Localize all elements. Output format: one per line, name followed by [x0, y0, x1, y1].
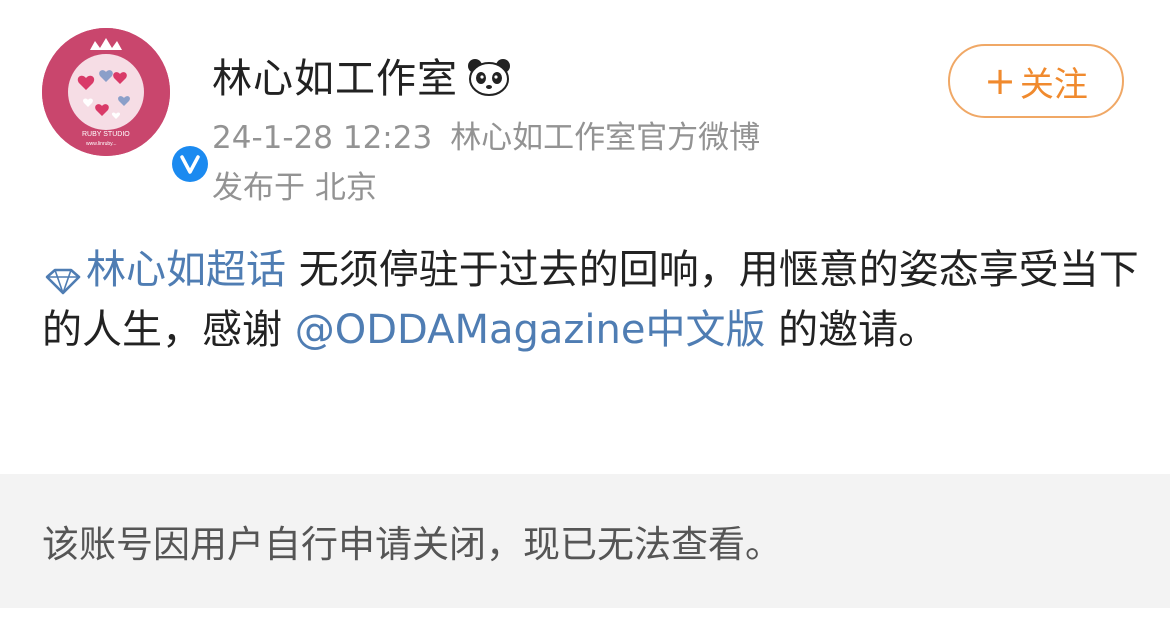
avatar-url-text: www.linruby...: [86, 141, 116, 147]
verified-v-icon: [180, 155, 200, 174]
supertopic-diamond-icon: [42, 253, 84, 295]
mention-link[interactable]: @ODDAMagazine中文版: [295, 307, 766, 353]
supertopic-link[interactable]: 林心如超话: [42, 247, 286, 295]
post-meta: 24-1-28 12:23 林心如工作室官方微博: [212, 112, 760, 157]
avatar[interactable]: RUBY STUDIO www.linruby...: [42, 28, 212, 186]
author-name-row[interactable]: 林心如工作室: [212, 46, 512, 104]
account-closed-notice: 该账号因用户自行申请关闭，现已无法查看。: [42, 523, 782, 566]
verified-badge: [168, 142, 212, 186]
post-source: 林心如工作室官方微博: [450, 120, 761, 156]
post-header: RUBY STUDIO www.linruby... 林心如工作室 24-1-2…: [0, 0, 1170, 230]
panda-icon: [466, 57, 512, 97]
follow-button[interactable]: + 关注: [948, 44, 1124, 118]
avatar-image: RUBY STUDIO www.linruby...: [42, 28, 170, 156]
post-text-part-2: 的邀请。: [765, 307, 939, 353]
plus-icon: +: [984, 59, 1016, 103]
follow-label: 关注: [1019, 64, 1088, 105]
location-name: 北京: [314, 170, 377, 206]
weibo-post-card: RUBY STUDIO www.linruby... 林心如工作室 24-1-2…: [0, 0, 1170, 623]
avatar-brand-text: RUBY STUDIO: [82, 131, 130, 138]
account-closed-panel: 该账号因用户自行申请关闭，现已无法查看。: [0, 474, 1170, 608]
post-location: 发布于 北京: [212, 162, 377, 207]
location-prefix: 发布于: [212, 170, 305, 206]
author-name[interactable]: 林心如工作室: [212, 56, 458, 102]
post-content: 林心如超话 无须停驻于过去的回响，用惬意的姿态享受当下的人生，感谢 @ODDAM…: [42, 240, 1142, 360]
post-timestamp[interactable]: 24-1-28 12:23: [212, 120, 432, 156]
supertopic-name: 林心如超话: [86, 247, 286, 293]
